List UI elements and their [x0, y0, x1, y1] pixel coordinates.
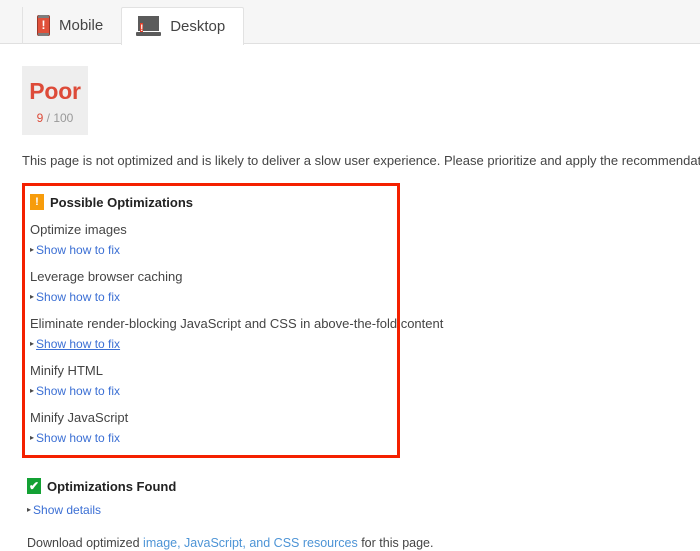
score-max: 100 [53, 111, 74, 125]
rule-row: Optimize images ▸ Show how to fix [30, 222, 387, 257]
download-suffix: for this page. [357, 536, 434, 550]
optimizations-found-section: ✔ Optimizations Found ▸ Show details [22, 478, 678, 517]
chevron-right-icon: ▸ [30, 245, 35, 254]
rule-row: Minify HTML ▸ Show how to fix [30, 363, 387, 398]
tab-desktop-label: Desktop [170, 18, 226, 35]
intro-text: This page is not optimized and is likely… [22, 153, 700, 168]
rule-row: Leverage browser caching ▸ Show how to f… [30, 269, 387, 304]
possible-optimizations-title: Possible Optimizations [50, 194, 194, 210]
chevron-right-icon: ▸ [30, 292, 35, 301]
chevron-right-icon: ▸ [27, 505, 32, 514]
rule-title: Optimize images [30, 222, 127, 237]
show-how-to-fix-label: Show how to fix [36, 337, 121, 351]
rule-title: Leverage browser caching [30, 269, 183, 284]
rule-title: Minify HTML [30, 363, 103, 378]
score-badge: Poor 9 / 100 [22, 66, 88, 135]
score-grade: Poor [29, 78, 81, 104]
show-how-to-fix-link[interactable]: ▸ Show how to fix [30, 384, 387, 398]
show-how-to-fix-link[interactable]: ▸ Show how to fix [30, 290, 387, 304]
tab-list: ! Mobile ! Desktop [22, 6, 245, 45]
tab-bar: ! Mobile ! Desktop [0, 0, 700, 45]
rule-row: Minify JavaScript ▸ Show how to fix [30, 410, 387, 445]
show-details-link[interactable]: ▸ Show details [27, 503, 678, 517]
rule-title: Minify JavaScript [30, 410, 129, 425]
possible-optimizations-box: ! Possible Optimizations Optimize images… [22, 183, 444, 458]
possible-optimizations-header: ! Possible Optimizations [30, 194, 387, 210]
warning-exclamation-icon: ! [30, 194, 44, 210]
show-how-to-fix-label: Show how to fix [36, 290, 121, 304]
show-how-to-fix-link[interactable]: ▸ Show how to fix [30, 431, 387, 445]
chevron-right-icon: ▸ [30, 339, 35, 348]
chevron-right-icon: ▸ [30, 386, 35, 395]
score-ratio: 9 / 100 [22, 111, 88, 125]
tab-desktop[interactable]: ! Desktop [121, 7, 245, 45]
show-how-to-fix-label: Show how to fix [36, 243, 121, 257]
laptop-warning-icon: ! [136, 16, 162, 37]
optimizations-found-title: Optimizations Found [47, 478, 177, 494]
show-how-to-fix-label: Show how to fix [36, 384, 121, 398]
show-how-to-fix-link[interactable]: ▸ Show how to fix [30, 337, 387, 351]
score-separator: / [43, 111, 54, 125]
show-how-to-fix-label: Show how to fix [36, 431, 121, 445]
show-how-to-fix-link[interactable]: ▸ Show how to fix [30, 243, 387, 257]
tab-mobile-label: Mobile [59, 17, 104, 34]
download-resources-link[interactable]: image, JavaScript, and CSS resources [143, 536, 358, 550]
download-prefix: Download optimized [27, 536, 144, 550]
tab-mobile[interactable]: ! Mobile [22, 7, 121, 44]
rule-row: Eliminate render-blocking JavaScript and… [30, 316, 444, 351]
rule-title: Eliminate render-blocking JavaScript and… [30, 316, 444, 331]
results-panel: Poor 9 / 100 This page is not optimized … [0, 66, 700, 551]
show-details-label: Show details [33, 503, 102, 517]
optimizations-found-header: ✔ Optimizations Found [27, 478, 678, 494]
chevron-right-icon: ▸ [30, 433, 35, 442]
phone-warning-icon: ! [37, 15, 50, 36]
download-resources-line: Download optimized image, JavaScript, an… [22, 535, 678, 551]
green-check-icon: ✔ [27, 478, 41, 494]
